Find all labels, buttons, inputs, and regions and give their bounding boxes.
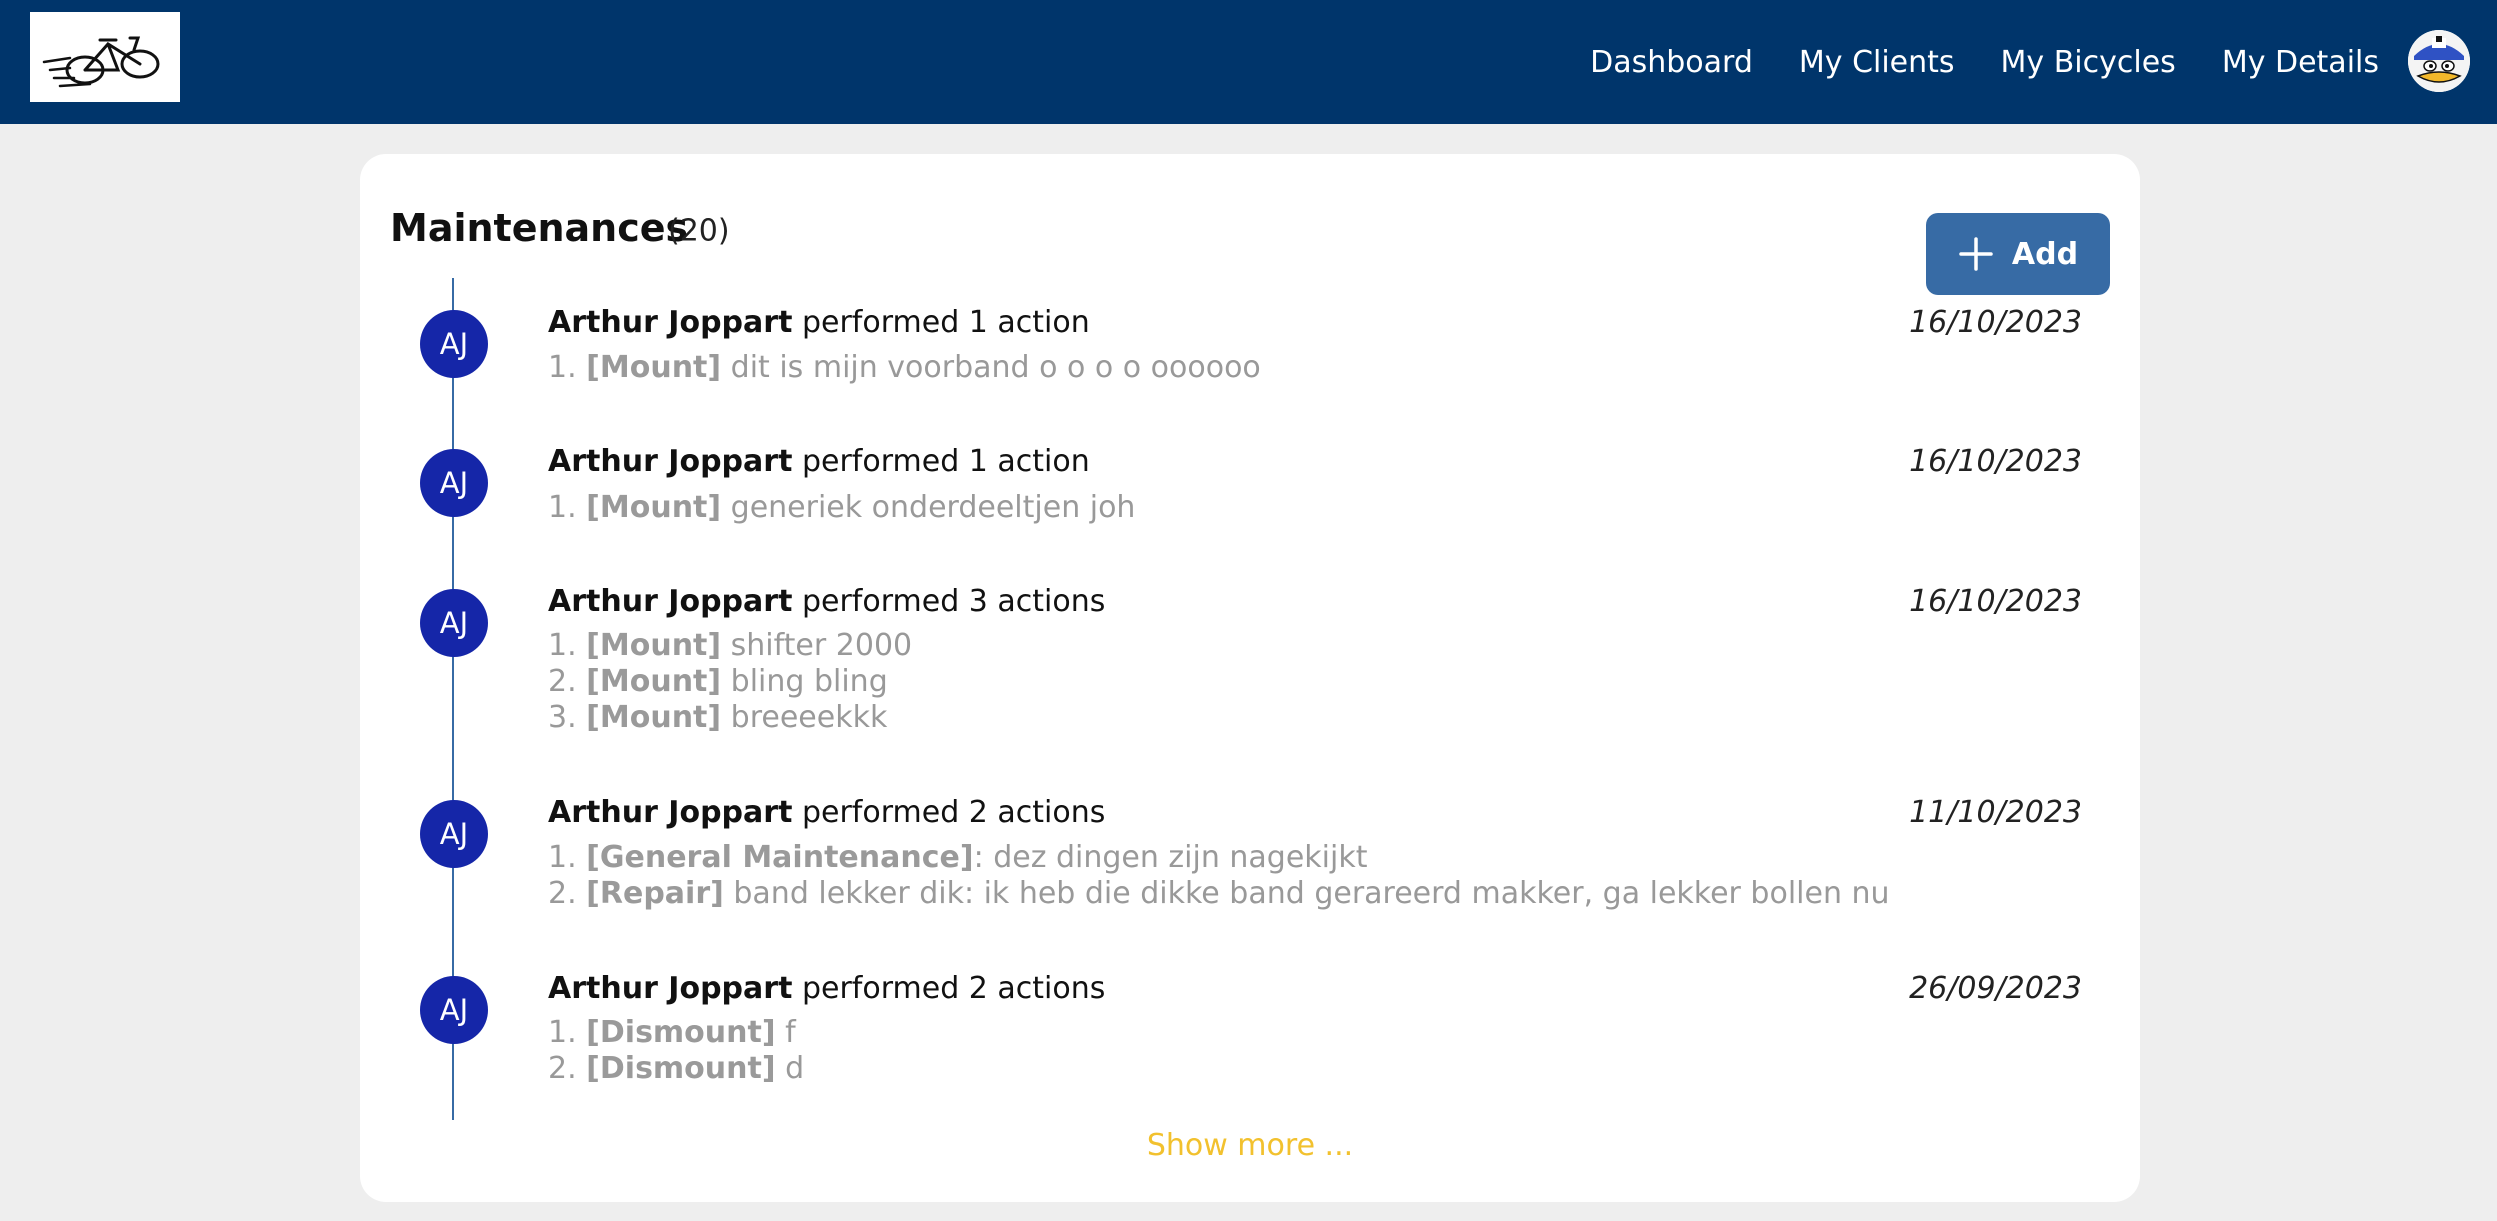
action-text: band lekker dik: ik heb die dikke band g… <box>723 876 1890 911</box>
action-text: : dez dingen zijn nagekijkt <box>973 840 1368 875</box>
entry-summary: performed 3 actions <box>792 584 1106 619</box>
action-list: 1. [Mount] generiek onderdeeltjen joh <box>548 490 1135 526</box>
nav-my-bicycles[interactable]: My Bicycles <box>2001 45 2176 80</box>
card-header: Maintenances (20) Add <box>390 184 2110 295</box>
action-item: 1. [Mount] shifter 2000 <box>548 628 912 664</box>
action-item: 1. [Mount] dit is mijn voorband o o o o … <box>548 350 1261 386</box>
action-tag: [Mount] <box>586 628 722 663</box>
entry-date: 16/10/2023 <box>1909 305 2082 340</box>
action-number: 1. <box>548 1015 577 1050</box>
action-item: 2. [Repair] band lekker dik: ik heb die … <box>548 876 1890 912</box>
show-more-link[interactable]: Show more ... <box>360 1128 2140 1163</box>
action-list: 1. [Mount] dit is mijn voorband o o o o … <box>548 350 1261 386</box>
action-number: 2. <box>548 664 577 699</box>
action-number: 2. <box>548 876 577 911</box>
entry-header: Arthur Joppart performed 3 actions <box>548 584 1105 619</box>
action-number: 1. <box>548 628 577 663</box>
action-tag: [Mount] <box>586 490 722 525</box>
entry-summary: performed 1 action <box>792 444 1090 479</box>
action-item: 2. [Dismount] d <box>548 1051 804 1087</box>
action-number: 3. <box>548 700 577 735</box>
entry-author[interactable]: Arthur Joppart <box>548 444 792 479</box>
action-tag: [Mount] <box>586 350 722 385</box>
action-text: f <box>775 1015 796 1050</box>
avatar: AJ <box>420 449 488 517</box>
entry-author[interactable]: Arthur Joppart <box>548 971 792 1006</box>
entry-header: Arthur Joppart performed 1 action <box>548 305 1090 340</box>
plus-icon <box>1959 237 1993 271</box>
action-text: dit is mijn voorband o o o o oooooo <box>721 350 1261 385</box>
action-item: 2. [Mount] bling bling <box>548 664 912 700</box>
action-tag: [Dismount] <box>586 1015 776 1050</box>
entry-summary: performed 1 action <box>792 305 1090 340</box>
entry-date: 26/09/2023 <box>1909 971 2082 1006</box>
entry-author[interactable]: Arthur Joppart <box>548 584 792 619</box>
action-text: generiek onderdeeltjen joh <box>721 490 1136 525</box>
entry-header: Arthur Joppart performed 1 action <box>548 444 1090 479</box>
entry-header: Arthur Joppart performed 2 actions <box>548 971 1105 1006</box>
action-number: 1. <box>548 840 577 875</box>
duck-avatar-icon[interactable] <box>2408 30 2470 92</box>
page-title: Maintenances <box>390 206 689 250</box>
action-number: 1. <box>548 490 577 525</box>
action-tag: [Mount] <box>586 700 722 735</box>
action-tag: [Mount] <box>586 664 722 699</box>
avatar: AJ <box>420 800 488 868</box>
nav-dashboard[interactable]: Dashboard <box>1590 45 1753 80</box>
action-list: 1. [Mount] shifter 2000 2. [Mount] bling… <box>548 628 912 736</box>
entry-date: 11/10/2023 <box>1909 795 2082 830</box>
top-navbar: Dashboard My Clients My Bicycles My Deta… <box>0 0 2497 124</box>
action-tag: [Dismount] <box>586 1051 776 1086</box>
action-list: 1. [General Maintenance]: dez dingen zij… <box>548 840 1890 912</box>
action-item: 1. [General Maintenance]: dez dingen zij… <box>548 840 1890 876</box>
action-number: 1. <box>548 350 577 385</box>
action-text: d <box>775 1051 805 1086</box>
avatar: AJ <box>420 310 488 378</box>
avatar: AJ <box>420 589 488 657</box>
action-number: 2. <box>548 1051 577 1086</box>
action-text: shifter 2000 <box>721 628 913 663</box>
entry-date: 16/10/2023 <box>1909 444 2082 479</box>
action-tag: [Repair] <box>586 876 724 911</box>
action-item: 1. [Mount] generiek onderdeeltjen joh <box>548 490 1135 526</box>
entry-date: 16/10/2023 <box>1909 584 2082 619</box>
maintenance-count: (20) <box>668 213 730 249</box>
entry-author[interactable]: Arthur Joppart <box>548 305 792 340</box>
action-item: 3. [Mount] breeeekkk <box>548 700 912 736</box>
action-text: bling bling <box>721 664 888 699</box>
bicycle-logo-icon[interactable] <box>30 12 180 102</box>
nav-my-details[interactable]: My Details <box>2222 45 2379 80</box>
entry-header: Arthur Joppart performed 2 actions <box>548 795 1105 830</box>
entry-author[interactable]: Arthur Joppart <box>548 795 792 830</box>
add-button-label: Add <box>2011 236 2079 272</box>
add-button[interactable]: Add <box>1926 213 2110 295</box>
action-item: 1. [Dismount] f <box>548 1015 804 1051</box>
main-nav: Dashboard My Clients My Bicycles My Deta… <box>1590 0 2379 124</box>
action-text: breeeekkk <box>721 700 888 735</box>
action-list: 1. [Dismount] f 2. [Dismount] d <box>548 1015 804 1087</box>
entry-summary: performed 2 actions <box>792 795 1106 830</box>
avatar: AJ <box>420 976 488 1044</box>
maintenances-card: Maintenances (20) Add AJ Arthur Joppart … <box>360 154 2140 1202</box>
nav-my-clients[interactable]: My Clients <box>1799 45 1955 80</box>
entry-summary: performed 2 actions <box>792 971 1106 1006</box>
action-tag: [General Maintenance] <box>586 840 974 875</box>
